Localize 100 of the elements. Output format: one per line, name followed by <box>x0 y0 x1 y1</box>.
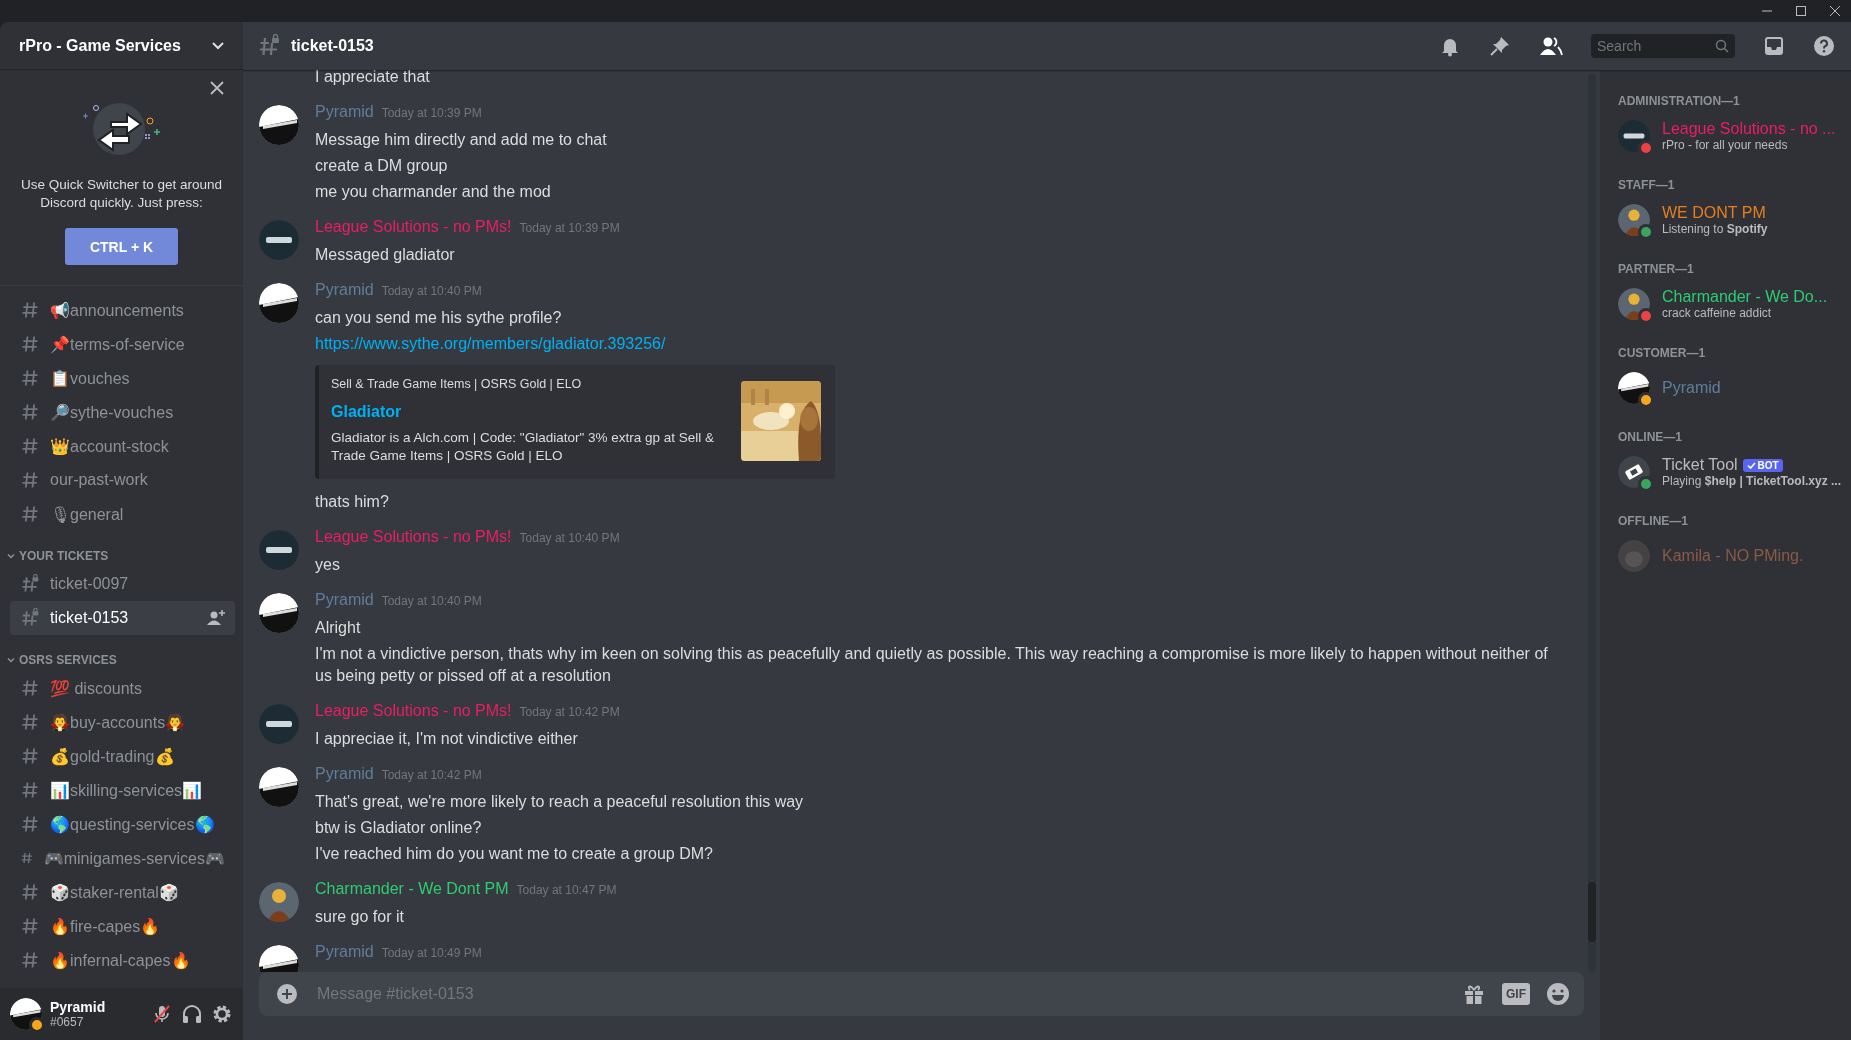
channel-item[interactable]: ticket-0153 <box>10 601 235 635</box>
timestamp: Today at 10:42 PM <box>519 705 620 719</box>
user-avatar[interactable] <box>259 767 299 807</box>
member-activity: crack caffeine addict <box>1662 306 1773 320</box>
user-avatar[interactable] <box>259 882 299 922</box>
close-icon[interactable] <box>210 81 224 95</box>
author-name[interactable]: Charmander - We Dont PM <box>315 880 509 898</box>
search-field[interactable]: Search <box>1591 34 1735 58</box>
user-tag: #0657 <box>50 1015 143 1029</box>
member-name[interactable]: Kamila - NO PMing. <box>1662 547 1804 565</box>
inbox-icon[interactable] <box>1763 35 1785 57</box>
hash-icon <box>20 678 40 698</box>
channel-name: 🔥infernal-capes🔥 <box>50 950 192 970</box>
add-icon[interactable] <box>275 982 299 1006</box>
author-name[interactable]: Pyramid <box>315 103 374 121</box>
member-name[interactable]: Charmander - We Do... <box>1662 288 1828 306</box>
member-group-header: CUSTOMER—1 <box>1618 346 1707 362</box>
embed-description: Gladiator is a Alch.com | Code: "Gladiator" 3% extra gp at Sell & Trade Game Items | OSRS Gold | ELO <box>331 429 716 465</box>
channel-name: 👑account-stock <box>50 436 170 456</box>
channel-item[interactable]: 💯 discounts <box>10 671 235 705</box>
add-member-icon[interactable] <box>207 610 225 626</box>
shortcut-button[interactable]: CTRL + K <box>65 228 178 265</box>
member-name[interactable]: Pyramid <box>1662 379 1721 397</box>
channel-item[interactable]: 🎲staker-rental🎲 <box>10 875 235 909</box>
embed-title[interactable]: Gladiator <box>331 403 725 421</box>
channel-name: 🧛buy-accounts🧛 <box>50 712 187 732</box>
member-activity: Playing $help | TicketTool.xyz ... <box>1662 474 1841 488</box>
channel-name: 📊skilling-services📊 <box>50 780 204 800</box>
member-name[interactable]: Ticket Tool <box>1662 456 1738 474</box>
message-text: That's great, we're more likely to reach a peaceful resolution this way <box>315 792 805 812</box>
member-group-header: STAFF—1 <box>1618 178 1676 194</box>
member-name[interactable]: WE DONT PM <box>1662 204 1766 222</box>
channel-item[interactable]: 🌎questing-services🌎 <box>10 807 235 841</box>
message-link[interactable]: https://www.sythe.org/members/gladiator.393256/ <box>315 335 666 352</box>
author-name[interactable]: League Solutions - no PMs! <box>315 528 512 546</box>
author-name[interactable]: Pyramid <box>315 943 374 961</box>
user-avatar[interactable] <box>259 530 299 570</box>
channel-item[interactable]: 🧛buy-accounts🧛 <box>10 705 235 739</box>
author-name[interactable]: League Solutions - no PMs! <box>315 702 512 720</box>
pin-icon[interactable] <box>1489 35 1511 57</box>
scrollbar[interactable] <box>1588 74 1596 972</box>
member-name[interactable]: League Solutions - no ... <box>1662 120 1836 138</box>
channel-item[interactable]: 📢announcements <box>10 293 235 327</box>
channel-name: ticket-0097 <box>50 575 130 593</box>
channel-item[interactable]: 🔥infernal-capes🔥 <box>10 943 235 977</box>
server-name: rPro - Game Services <box>19 36 181 55</box>
channel-item[interactable]: 🔎sythe-vouches <box>10 395 235 429</box>
category-header[interactable]: YOUR TICKETS <box>6 545 235 567</box>
hash-icon <box>20 916 40 936</box>
channel-item[interactable]: 📌terms-of-service <box>10 327 235 361</box>
timestamp: Today at 10:47 PM <box>516 883 617 897</box>
author-name[interactable]: League Solutions - no PMs! <box>315 218 512 236</box>
user-avatar[interactable] <box>259 704 299 744</box>
member-activity: rPro - for all your needs <box>1662 138 1789 152</box>
user-avatar[interactable] <box>259 105 299 145</box>
message-text: can you send me his sythe profile? <box>315 308 563 328</box>
maximize-icon[interactable] <box>1795 5 1807 17</box>
muted-microphone-icon[interactable] <box>151 1003 173 1025</box>
channel-item[interactable]: 💰gold-trading💰 <box>10 739 235 773</box>
message-text: Message him directly and add me to chat <box>315 130 608 150</box>
hash-icon <box>20 368 40 388</box>
channel-name: 🎮minigames-services🎮 <box>43 848 225 868</box>
message-text: I appreciate that <box>315 67 431 87</box>
member-group-header: ONLINE—1 <box>1618 430 1683 446</box>
channel-item[interactable]: 🔥fire-capes🔥 <box>10 909 235 943</box>
settings-icon[interactable] <box>211 1003 233 1025</box>
close-icon[interactable] <box>1829 5 1841 17</box>
channel-item[interactable]: 📋vouches <box>10 361 235 395</box>
channel-item[interactable]: 👑account-stock <box>10 429 235 463</box>
user-avatar[interactable] <box>259 593 299 633</box>
member-group-header: OFFLINE—1 <box>1618 514 1689 530</box>
channel-item[interactable]: our-past-work <box>10 463 235 497</box>
hash-icon <box>20 504 40 524</box>
help-icon[interactable] <box>1813 35 1835 57</box>
author-name[interactable]: Pyramid <box>315 591 374 609</box>
gif-button[interactable]: GIF <box>1502 983 1530 1005</box>
headphones-icon[interactable] <box>181 1003 203 1025</box>
channel-name: 📋vouches <box>50 368 131 388</box>
hash-icon <box>20 712 40 732</box>
user-name: Pyramid <box>50 999 107 1015</box>
hash-icon <box>20 780 40 800</box>
message-text: sure go for it <box>315 907 405 927</box>
user-avatar[interactable] <box>259 220 299 260</box>
message-text: yes <box>315 555 341 575</box>
channel-name: ticket-0153 <box>50 609 130 627</box>
emoji-icon[interactable] <box>1546 982 1570 1006</box>
channel-item[interactable]: 🎙general <box>10 497 235 531</box>
channel-item[interactable]: 🎮minigames-services🎮 <box>10 841 235 875</box>
channel-name: 💰gold-trading💰 <box>50 746 176 766</box>
hash-icon <box>20 882 40 902</box>
author-name[interactable]: Pyramid <box>315 765 374 783</box>
channel-item[interactable]: 📊skilling-services📊 <box>10 773 235 807</box>
category-name: YOUR TICKETS <box>19 549 109 563</box>
channel-name: 🎲staker-rental🎲 <box>50 882 180 902</box>
category-header[interactable]: OSRS SERVICES <box>6 649 235 671</box>
members-icon[interactable] <box>1539 35 1563 57</box>
message-text: create a DM group <box>315 156 449 176</box>
channel-item[interactable]: ticket-0097 <box>10 567 235 601</box>
user-avatar[interactable] <box>259 283 299 323</box>
author-name[interactable]: Pyramid <box>315 281 374 299</box>
